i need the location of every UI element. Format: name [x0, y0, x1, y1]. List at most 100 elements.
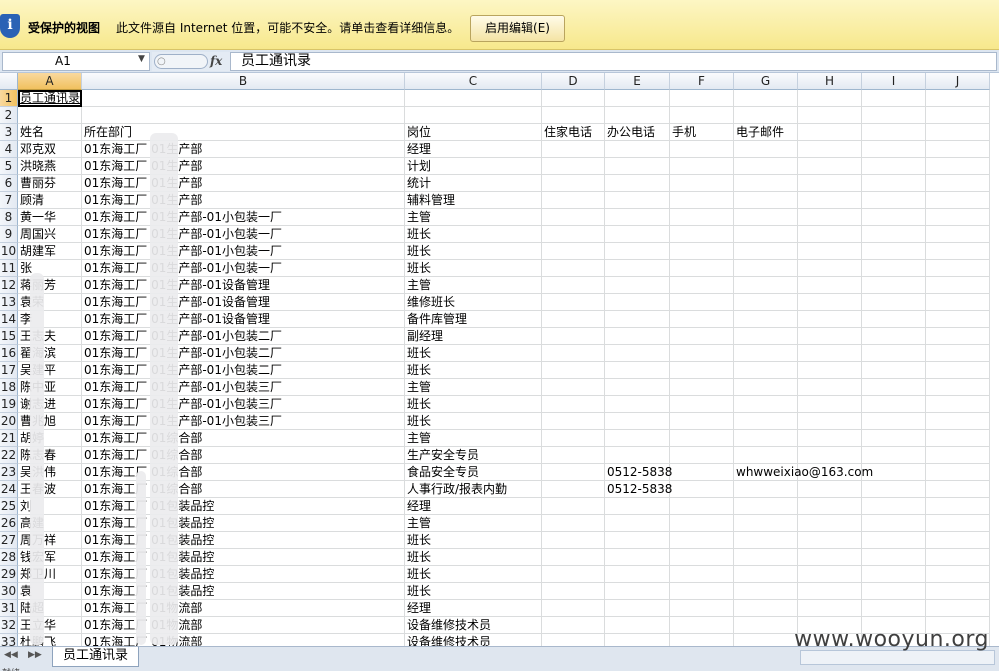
column-header-e[interactable]: E	[605, 73, 670, 90]
cell-j[interactable]	[926, 328, 990, 345]
cell-i[interactable]	[862, 175, 926, 192]
cell-d[interactable]	[542, 515, 605, 532]
cell-e[interactable]	[605, 566, 670, 583]
cell-a[interactable]: 张	[18, 260, 82, 277]
cell-e[interactable]	[605, 226, 670, 243]
cell-d[interactable]	[542, 430, 605, 447]
cell-c[interactable]: 主管	[405, 515, 542, 532]
cell-h[interactable]	[798, 396, 862, 413]
cell-h[interactable]	[798, 532, 862, 549]
row-header[interactable]: 30	[0, 583, 18, 600]
column-header-f[interactable]: F	[670, 73, 734, 90]
cell-i[interactable]	[862, 243, 926, 260]
cell-d[interactable]	[542, 158, 605, 175]
cell-b[interactable]: 01东海工厂 01综合部	[82, 481, 405, 498]
cell-a[interactable]: 洪晓燕	[18, 158, 82, 175]
row-header[interactable]: 17	[0, 362, 18, 379]
cell-f[interactable]	[670, 481, 734, 498]
cell-h[interactable]	[798, 549, 862, 566]
cell-g[interactable]	[734, 532, 798, 549]
row-header[interactable]: 28	[0, 549, 18, 566]
cell-d[interactable]	[542, 481, 605, 498]
name-box[interactable]: A1	[2, 52, 150, 71]
cell-a[interactable]: 陆超	[18, 600, 82, 617]
cell-f[interactable]	[670, 90, 734, 107]
cell-i[interactable]	[862, 413, 926, 430]
cell-f[interactable]	[670, 345, 734, 362]
cell-a[interactable]: 高建	[18, 515, 82, 532]
cell-j[interactable]	[926, 396, 990, 413]
cell-a[interactable]: 刘	[18, 498, 82, 515]
column-header-a[interactable]: A	[18, 73, 82, 90]
cell-d[interactable]	[542, 209, 605, 226]
cell-j[interactable]	[926, 209, 990, 226]
cell-e[interactable]	[605, 175, 670, 192]
cell-g[interactable]	[734, 600, 798, 617]
column-header-g[interactable]: G	[734, 73, 798, 90]
cell-g[interactable]	[734, 158, 798, 175]
cell-e[interactable]	[605, 192, 670, 209]
cell-a[interactable]: 胡建军	[18, 243, 82, 260]
horizontal-scrollbar[interactable]	[800, 650, 995, 665]
cell-a[interactable]: 王立华	[18, 617, 82, 634]
cell-g[interactable]	[734, 379, 798, 396]
cell-j[interactable]	[926, 583, 990, 600]
row-header[interactable]: 23	[0, 464, 18, 481]
row-header[interactable]: 8	[0, 209, 18, 226]
cell-h[interactable]	[798, 107, 862, 124]
cell-f[interactable]	[670, 107, 734, 124]
cell-a[interactable]: 曹丽芬	[18, 175, 82, 192]
row-header[interactable]: 1	[0, 90, 18, 107]
cell-f[interactable]	[670, 600, 734, 617]
cell-i[interactable]	[862, 498, 926, 515]
cell-c[interactable]: 班长	[405, 396, 542, 413]
cell-j[interactable]	[926, 175, 990, 192]
cell-j[interactable]	[926, 498, 990, 515]
cell-f[interactable]	[670, 447, 734, 464]
cell-b[interactable]: 01东海工厂 01生产部-01小包装三厂	[82, 396, 405, 413]
next-sheet-icon[interactable]: ▶▶	[28, 650, 42, 660]
cell-e[interactable]	[605, 549, 670, 566]
row-header[interactable]: 24	[0, 481, 18, 498]
cell-f[interactable]	[670, 634, 734, 646]
cell-g[interactable]	[734, 634, 798, 646]
cell-g[interactable]: whwweixiao@163.com	[734, 464, 873, 481]
cell-c[interactable]: 班长	[405, 226, 542, 243]
cell-e[interactable]	[605, 447, 670, 464]
row-header[interactable]: 20	[0, 413, 18, 430]
cell-b[interactable]: 01东海工厂 01生产部-01设备管理	[82, 277, 405, 294]
cell-e[interactable]	[605, 345, 670, 362]
row-header[interactable]: 32	[0, 617, 18, 634]
cell-g[interactable]	[734, 192, 798, 209]
cell-g[interactable]	[734, 549, 798, 566]
cell-i[interactable]	[862, 515, 926, 532]
cell-c[interactable]: 班长	[405, 345, 542, 362]
cell-a[interactable]: 吴洪伟	[18, 464, 82, 481]
cell-g[interactable]	[734, 447, 798, 464]
cell-a[interactable]: 王春波	[18, 481, 82, 498]
cell-e[interactable]	[605, 362, 670, 379]
cell-i[interactable]	[862, 107, 926, 124]
cell-b[interactable]: 01东海工厂 01生产部-01小包装二厂	[82, 328, 405, 345]
cell-a[interactable]: 李	[18, 311, 82, 328]
cell-g[interactable]	[734, 141, 798, 158]
cell-d[interactable]	[542, 447, 605, 464]
cell-g[interactable]	[734, 617, 798, 634]
cell-h[interactable]	[798, 158, 862, 175]
cell-g[interactable]: 电子邮件	[734, 124, 798, 141]
cell-f[interactable]	[670, 362, 734, 379]
cell-c[interactable]	[405, 107, 542, 124]
cell-d[interactable]	[542, 294, 605, 311]
cell-i[interactable]	[862, 396, 926, 413]
cell-f[interactable]	[670, 430, 734, 447]
cell-d[interactable]	[542, 617, 605, 634]
cell-j[interactable]	[926, 311, 990, 328]
cell-e[interactable]	[605, 515, 670, 532]
cell-d[interactable]	[542, 464, 605, 481]
row-header[interactable]: 25	[0, 498, 18, 515]
cell-b[interactable]	[82, 90, 405, 107]
cell-b[interactable]: 01东海工厂 01物流部	[82, 617, 405, 634]
cell-c[interactable]: 班长	[405, 260, 542, 277]
cell-f[interactable]	[670, 464, 734, 481]
cell-c[interactable]: 设备维修技术员	[405, 617, 542, 634]
